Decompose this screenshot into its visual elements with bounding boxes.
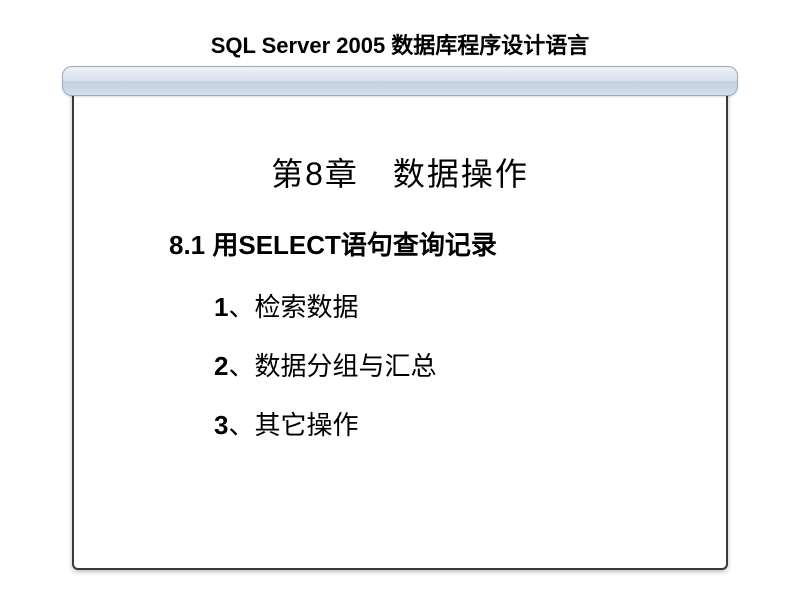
slide-content-panel: 第8章 数据操作 8.1 用SELECT语句查询记录 1、检索数据 2、数据分组…	[72, 82, 728, 570]
list-item: 3、其它操作	[214, 405, 726, 442]
list-item-sep: 、	[228, 410, 254, 440]
list-item-text: 检索数据	[254, 292, 358, 322]
chapter-title: 第8章 数据操作	[74, 149, 726, 195]
list-item-sep: 、	[228, 351, 254, 381]
section-title: 8.1 用SELECT语句查询记录	[169, 225, 726, 262]
page-header-title: SQL Server 2005 数据库程序设计语言	[0, 0, 800, 70]
decorative-top-bar	[62, 66, 738, 96]
list-item: 1、检索数据	[214, 287, 726, 324]
list-item-text: 数据分组与汇总	[254, 351, 436, 381]
list-item-text: 其它操作	[254, 410, 358, 440]
list-item-number: 1	[214, 292, 228, 322]
list-item: 2、数据分组与汇总	[214, 346, 726, 383]
list-item-number: 3	[214, 410, 228, 440]
list-item-number: 2	[214, 351, 228, 381]
list-item-sep: 、	[228, 292, 254, 322]
